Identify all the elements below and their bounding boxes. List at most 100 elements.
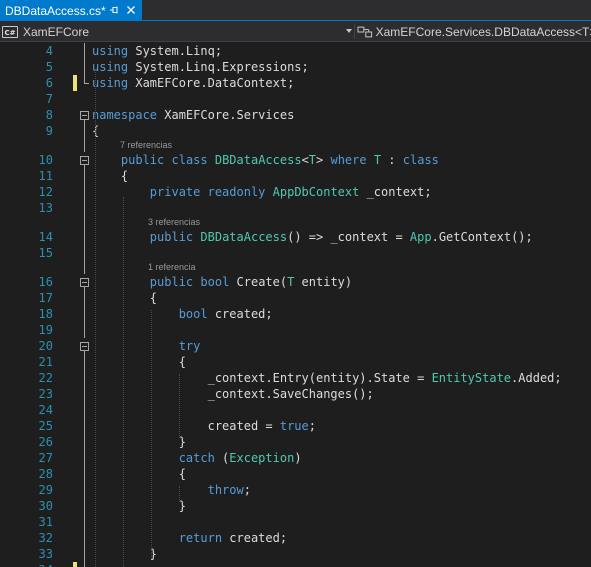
keyword-token: namespace <box>92 108 158 122</box>
type-token: Exception <box>229 451 295 465</box>
code-line[interactable]: 9{ <box>0 123 591 139</box>
code-text: public DBDataAccess() => _context = App.… <box>92 229 533 245</box>
code-line[interactable]: 5 using System.Linq.Expressions; <box>0 59 591 75</box>
code-line[interactable]: 34 <box>0 562 591 567</box>
code-text: } <box>92 498 186 514</box>
code-line[interactable]: 13 <box>0 200 591 216</box>
class-path: XamEFCore.Services.DBDataAccess<T> <box>375 24 591 39</box>
unsaved-change-marker <box>73 562 77 567</box>
text-token: { <box>92 291 158 305</box>
code-line[interactable]: 17 { <box>0 290 591 306</box>
indent-guide <box>179 374 180 438</box>
keyword-token: bool <box>200 275 230 289</box>
line-number: 22 <box>38 371 53 385</box>
code-line[interactable]: 12 private readonly AppDbContext _contex… <box>0 184 591 200</box>
code-line[interactable]: 30 } <box>0 498 591 514</box>
keyword-token: using <box>92 76 129 90</box>
code-text: } <box>92 434 186 450</box>
code-line[interactable]: 33 } <box>0 546 591 562</box>
code-line[interactable]: 27 catch (Exception) <box>0 450 591 466</box>
text-token: created; <box>222 531 288 545</box>
code-line[interactable]: 18 bool created; <box>0 306 591 322</box>
line-number: 18 <box>38 307 53 321</box>
tab-dbdataaccess[interactable]: DBDataAccess.cs* <box>0 0 142 21</box>
line-number: 26 <box>38 435 53 449</box>
indent-guide <box>123 197 124 567</box>
text-token: ; <box>243 483 251 497</box>
code-line[interactable]: 25 created = true; <box>0 418 591 434</box>
codelens-hint[interactable]: 7 referencias <box>0 139 591 152</box>
code-text: { <box>92 466 186 482</box>
project-name: XamEFCore <box>23 24 90 39</box>
code-text: using System.Linq.Expressions; <box>92 59 309 75</box>
class-dropdown[interactable]: XamEFCore.Services.DBDataAccess<T> <box>357 23 591 40</box>
code-line[interactable]: 24 <box>0 402 591 418</box>
collapse-icon[interactable] <box>80 342 89 351</box>
code-line[interactable]: 29 throw; <box>0 482 591 498</box>
text-token: .Added; <box>511 371 562 385</box>
codelens-hint[interactable]: 1 referencia <box>0 261 591 274</box>
text-token: Create( <box>229 275 288 289</box>
text-token: < <box>301 153 309 167</box>
collapse-icon[interactable] <box>80 111 89 120</box>
outline-margin-line <box>84 306 85 322</box>
code-text: created = true; <box>92 418 316 434</box>
line-number: 30 <box>38 499 53 513</box>
code-editor[interactable]: 4 using System.Linq; 5 using System.Linq.Ex… <box>0 42 591 567</box>
codelens-reference-count[interactable]: 7 referencias <box>120 139 172 152</box>
code-line[interactable]: 21 { <box>0 354 591 370</box>
code-line[interactable]: 14 public DBDataAccess() => _context = A… <box>0 229 591 245</box>
outline-margin-line <box>84 514 85 530</box>
text-token: _context.Entry(entity).State = <box>92 371 432 385</box>
project-dropdown[interactable]: C# XamEFCore <box>2 23 354 40</box>
collapse-icon[interactable] <box>80 156 89 165</box>
outline-margin-line <box>84 322 85 338</box>
code-line[interactable]: 28 { <box>0 466 591 482</box>
codelens-reference-count[interactable]: 3 referencias <box>148 216 200 229</box>
outline-margin-line <box>84 466 85 482</box>
line-number: 20 <box>38 339 53 353</box>
code-line[interactable]: 15 <box>0 245 591 261</box>
pin-icon[interactable] <box>108 4 120 16</box>
code-line[interactable]: 7 <box>0 91 591 107</box>
type-token: App <box>409 230 432 244</box>
code-line[interactable]: 19 <box>0 322 591 338</box>
code-text: using System.Linq; <box>92 43 222 59</box>
line-number: 19 <box>38 323 53 337</box>
text-token: XamEFCore.Services <box>157 108 295 122</box>
codelens-hint[interactable]: 3 referencias <box>0 216 591 229</box>
close-icon[interactable] <box>125 4 137 16</box>
keyword-token: throw <box>207 483 244 497</box>
code-text: using XamEFCore.DataContext; <box>92 75 294 91</box>
outline-margin-line <box>84 530 85 546</box>
text-token: entity) <box>294 275 353 289</box>
code-line[interactable]: 31 <box>0 514 591 530</box>
chevron-down-icon[interactable] <box>346 29 352 33</box>
text-token: System.Linq.Expressions; <box>128 60 309 74</box>
code-line[interactable]: 4 using System.Linq; <box>0 43 591 59</box>
codelens-reference-count[interactable]: 1 referencia <box>148 261 196 274</box>
csharp-project-icon: C# <box>2 25 18 38</box>
code-line[interactable]: 23 _context.SaveChanges(); <box>0 386 591 402</box>
code-text: throw; <box>92 482 251 498</box>
keyword-token: true <box>279 419 309 433</box>
text-token: { <box>92 467 186 481</box>
type-token: DBDataAccess <box>214 153 302 167</box>
text-token: : <box>381 153 403 167</box>
code-text: bool created; <box>92 306 273 322</box>
collapse-icon[interactable] <box>80 278 89 287</box>
code-line[interactable]: 22 _context.Entry(entity).State = Entity… <box>0 370 591 386</box>
keyword-token: class <box>402 153 439 167</box>
text-token: _context; <box>359 185 432 199</box>
code-line[interactable]: 11 { <box>0 168 591 184</box>
code-line[interactable]: 32 return created; <box>0 530 591 546</box>
code-line[interactable]: 26 } <box>0 434 591 450</box>
outline-margin-line <box>84 450 85 466</box>
line-number: 10 <box>38 153 53 167</box>
